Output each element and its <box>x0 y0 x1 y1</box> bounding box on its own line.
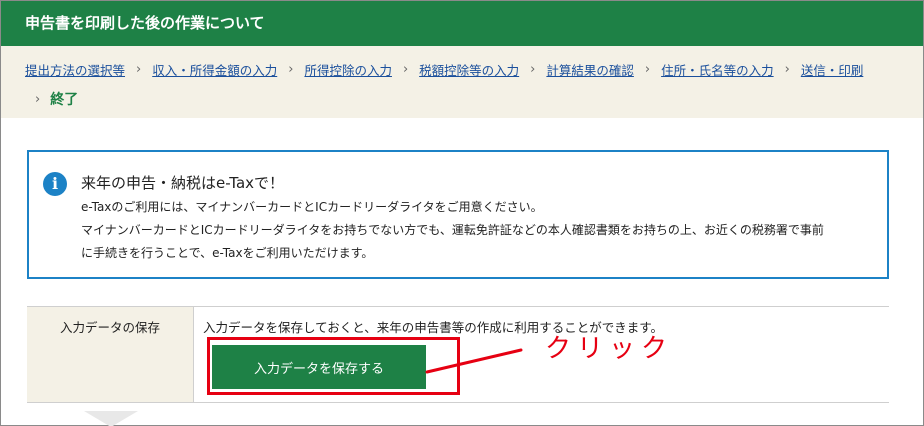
breadcrumb-item-address-input[interactable]: 住所・氏名等の入力 <box>661 60 774 79</box>
etax-info-box: i 来年の申告・納税はe-Taxで！ e-Taxのご利用には、マイナンバーカード… <box>27 150 889 279</box>
page-title: 申告書を印刷した後の作業について <box>25 14 265 32</box>
breadcrumb-item-tax-credit-input[interactable]: 税額控除等の入力 <box>419 60 519 79</box>
breadcrumb-item-deduction-input[interactable]: 所得控除の入力 <box>304 60 392 79</box>
breadcrumb: 提出方法の選択等 › 収入・所得金額の入力 › 所得控除の入力 › 税額控除等の… <box>1 46 923 118</box>
breadcrumb-item-income-input[interactable]: 収入・所得金額の入力 <box>152 60 277 79</box>
chevron-right-icon: › <box>784 61 790 77</box>
chevron-right-icon: › <box>402 61 409 77</box>
breadcrumb-item-result-check[interactable]: 計算結果の確認 <box>546 60 634 79</box>
info-icon: i <box>43 172 67 196</box>
save-data-label: 入力データの保存 <box>27 307 194 402</box>
info-text-line: e-Taxのご利用には、マイナンバーカードとICカードリーダライタをご用意くださ… <box>81 200 543 214</box>
info-text-line: マイナンバーカードとICカードリーダライタをお持ちでない方でも、運転免許証などの… <box>81 223 824 237</box>
breadcrumb-row: 提出方法の選択等 › 収入・所得金額の入力 › 所得控除の入力 › 税額控除等の… <box>25 59 863 79</box>
chevron-right-icon: › <box>136 61 142 77</box>
breadcrumb-item-submission-method[interactable]: 提出方法の選択等 <box>25 60 125 79</box>
breadcrumb-current: 終了 <box>50 92 79 108</box>
save-data-content: 入力データを保存しておくと、来年の申告書等の作成に利用することができます。 入力… <box>194 307 889 402</box>
chevron-right-icon: › <box>644 61 651 77</box>
breadcrumb-row: › 終了 <box>35 89 78 109</box>
click-annotation-label: クリック <box>545 334 674 364</box>
page-header: 申告書を印刷した後の作業について <box>1 1 923 46</box>
chevron-right-icon: › <box>530 61 536 77</box>
chevron-right-icon: › <box>288 61 294 77</box>
breadcrumb-item-send-print[interactable]: 送信・印刷 <box>801 60 864 79</box>
down-arrow-icon <box>84 411 138 426</box>
info-text-line: に手続きを行うことで、e-Taxをご利用いただけます。 <box>81 246 374 260</box>
chevron-right-icon: › <box>35 91 41 107</box>
save-data-table: 入力データの保存 入力データを保存しておくと、来年の申告書等の作成に利用すること… <box>27 306 889 403</box>
save-input-data-button[interactable]: 入力データを保存する <box>212 345 426 389</box>
info-title: 来年の申告・納税はe-Taxで！ <box>81 174 285 192</box>
